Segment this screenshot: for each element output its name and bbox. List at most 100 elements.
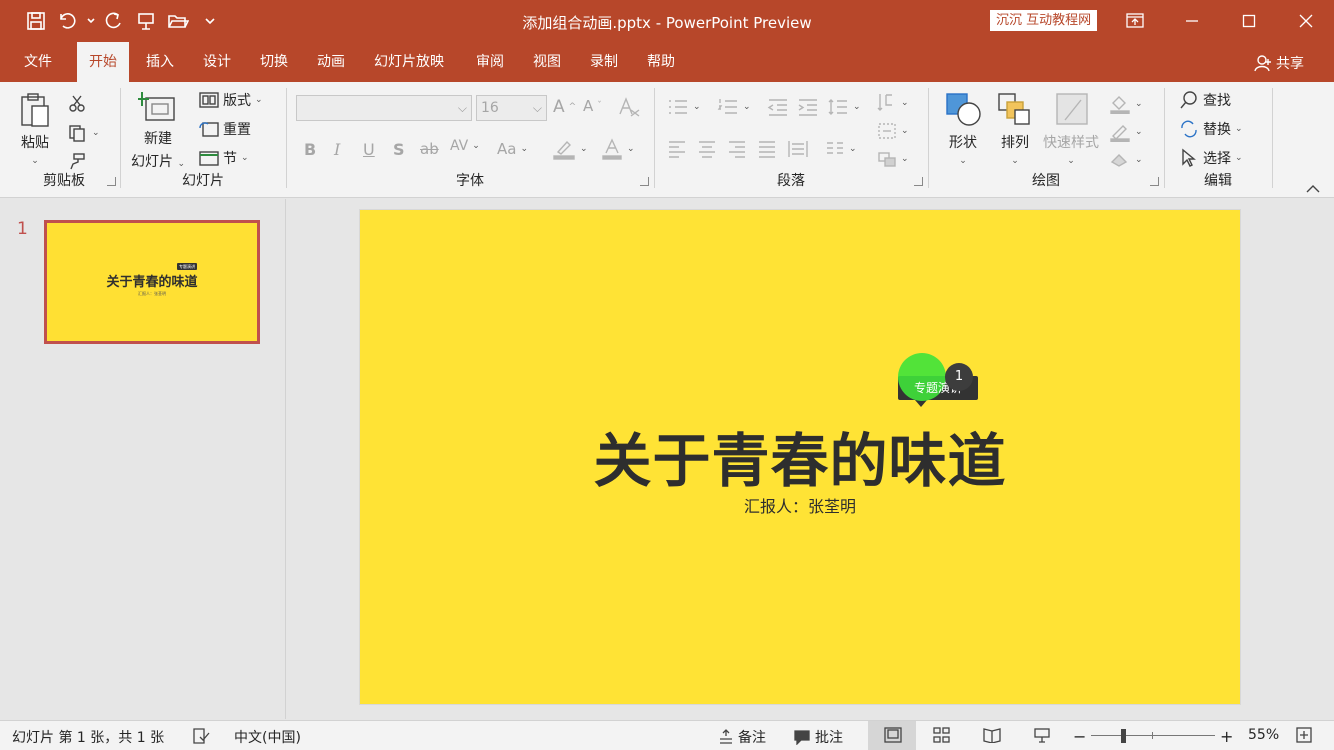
smartart-button[interactable]: ⌄ (877, 150, 909, 168)
zoom-slider-handle[interactable] (1121, 729, 1126, 743)
font-name-combo[interactable]: ⌵ (296, 95, 472, 121)
italic-button[interactable]: I (334, 140, 340, 159)
character-spacing-button[interactable]: AV ⌄ (450, 138, 480, 154)
slide-sorter-button[interactable] (933, 727, 951, 743)
shapes-button[interactable]: 形状 ⌄ (943, 90, 983, 166)
slide-thumbnail[interactable]: 专题演讲 关于青春的味道 汇报人：张荃明 (44, 220, 260, 344)
tab-design[interactable]: 设计 (191, 42, 243, 82)
font-group-label: 字体 (456, 173, 484, 189)
section-label: 节 (223, 151, 237, 167)
highlight-button[interactable]: ⌄ (552, 138, 588, 160)
window-controls (1106, 0, 1334, 42)
tab-review[interactable]: 审阅 (464, 42, 516, 82)
change-case-button[interactable]: Aa ⌄ (497, 140, 528, 158)
shape-effects-button[interactable]: ⌄ (1109, 150, 1143, 170)
increase-indent-button[interactable] (797, 98, 819, 116)
copy-button[interactable]: ⌄ (68, 124, 100, 142)
minimize-icon[interactable] (1163, 0, 1220, 42)
tab-insert[interactable]: 插入 (134, 42, 186, 82)
increase-font-button[interactable]: A ^ (553, 97, 576, 117)
comments-button[interactable]: 批注 (793, 727, 843, 747)
shape-fill-button[interactable]: ⌄ (1109, 94, 1143, 114)
notes-button[interactable]: 备注 (718, 727, 766, 747)
find-button[interactable]: 查找 (1179, 90, 1231, 110)
tab-file[interactable]: 文件 (12, 42, 64, 82)
align-left-icon (669, 141, 685, 158)
tab-slideshow[interactable]: 幻灯片放映 (362, 42, 456, 82)
layout-button[interactable]: 版式 ⌄ (199, 90, 263, 110)
decrease-font-button[interactable]: Aˇ (583, 97, 602, 115)
distributed-button[interactable] (787, 140, 809, 158)
zoom-out-button[interactable]: − (1073, 727, 1086, 746)
tab-record[interactable]: 录制 (578, 42, 630, 82)
slide-info: 幻灯片 第 1 张，共 1 张 (12, 730, 165, 746)
justify-icon (759, 141, 775, 158)
slide-title[interactable]: 关于青春的味道 (360, 414, 1240, 498)
font-launcher-icon[interactable] (640, 177, 649, 186)
align-center-button[interactable] (697, 140, 717, 158)
clipboard-launcher-icon[interactable] (107, 177, 116, 186)
fit-to-window-button[interactable] (1296, 727, 1312, 743)
underline-button[interactable]: U (363, 140, 375, 159)
copy-icon (69, 125, 85, 142)
tab-help[interactable]: 帮助 (635, 42, 687, 82)
align-left-button[interactable] (667, 140, 687, 158)
bullets-button[interactable]: ⌄ (667, 98, 701, 116)
strikethrough-button[interactable]: ab (420, 140, 439, 158)
paste-button[interactable]: 粘贴 ⌄ (18, 92, 52, 166)
clear-formatting-button[interactable] (617, 96, 641, 118)
align-text-button[interactable]: ⌄ (877, 122, 909, 140)
zoom-slider-track[interactable] (1091, 735, 1215, 736)
font-size-combo[interactable]: 16 ⌵ (476, 95, 547, 121)
share-button[interactable]: 共享 (1254, 53, 1304, 73)
arrange-button[interactable]: 排列 ⌄ (995, 90, 1035, 166)
tab-view[interactable]: 视图 (521, 42, 573, 82)
new-slide-button[interactable]: 新建 幻灯片 ⌄ (131, 90, 185, 174)
tab-transitions[interactable]: 切换 (248, 42, 300, 82)
format-painter-button[interactable] (68, 152, 86, 170)
drawing-launcher-icon[interactable] (1150, 177, 1159, 186)
align-right-button[interactable] (727, 140, 747, 158)
replace-button[interactable]: 替换 ⌄ (1179, 119, 1243, 139)
comments-label: 批注 (815, 730, 843, 746)
quick-styles-button[interactable]: 快速样式 ⌄ (1043, 90, 1099, 166)
text-direction-button[interactable]: ⌄ (877, 92, 909, 114)
numbering-button[interactable]: ⌄ (717, 98, 751, 116)
section-button[interactable]: 节 ⌄ (199, 148, 249, 168)
select-button[interactable]: 选择 ⌄ (1179, 148, 1243, 168)
thumbnail-subtitle: 汇报人：张荃明 (138, 291, 166, 296)
font-color-button[interactable]: ⌄ (601, 138, 635, 160)
line-spacing-button[interactable]: ⌄ (827, 98, 861, 116)
accessibility-button[interactable] (192, 727, 210, 745)
zoom-in-button[interactable]: + (1220, 727, 1233, 746)
bold-button[interactable]: B (304, 140, 316, 159)
slideshow-icon (1034, 728, 1050, 743)
slide-canvas[interactable]: 专题演讲 1 关于青春的味道 汇报人：张荃明 (359, 209, 1241, 705)
shape-outline-button[interactable]: ⌄ (1109, 122, 1143, 142)
maximize-icon[interactable] (1220, 0, 1277, 42)
zoom-level[interactable]: 55% (1248, 727, 1279, 743)
ribbon-display-icon[interactable] (1106, 0, 1163, 42)
decrease-indent-button[interactable] (767, 98, 789, 116)
collapse-ribbon-icon[interactable] (1306, 182, 1320, 198)
reading-view-button[interactable] (983, 727, 1001, 743)
normal-view-button[interactable] (884, 727, 902, 743)
slide-subtitle[interactable]: 汇报人：张荃明 (360, 493, 1240, 517)
columns-button[interactable]: ⌄ (825, 140, 857, 158)
shadow-button[interactable]: S (393, 140, 405, 159)
slideshow-view-button[interactable] (1033, 727, 1051, 743)
tab-animations[interactable]: 动画 (305, 42, 357, 82)
line-spacing-icon (828, 99, 847, 115)
paragraph-launcher-icon[interactable] (914, 177, 923, 186)
language-indicator[interactable]: 中文(中国) (234, 727, 301, 747)
close-icon[interactable] (1277, 0, 1334, 42)
justify-button[interactable] (757, 140, 777, 158)
align-text-icon (878, 123, 896, 139)
scissors-icon (69, 95, 85, 112)
reset-button[interactable]: 重置 (199, 119, 251, 139)
tab-home[interactable]: 开始 (77, 42, 129, 82)
replace-label: 替换 (1203, 122, 1231, 138)
brand-prefix: 沉沉 (996, 13, 1023, 28)
cut-button[interactable] (68, 94, 86, 112)
select-label: 选择 (1203, 151, 1231, 167)
